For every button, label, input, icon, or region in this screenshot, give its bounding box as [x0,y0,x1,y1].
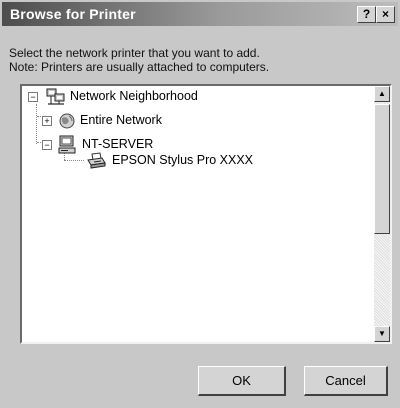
instruction-text: Select the network printer that you want… [9,46,260,60]
printer-icon [87,152,106,169]
tree-item-label: Entire Network [80,113,162,127]
tree-item-label: Network Neighborhood [70,89,198,103]
triangle-down-icon: ▼ [378,329,386,338]
scroll-up-button[interactable]: ▲ [374,86,390,102]
expand-icon[interactable]: + [42,116,52,126]
computer-icon [58,135,76,154]
vertical-scrollbar[interactable]: ▲ ▼ [374,86,390,342]
collapse-icon[interactable]: − [42,140,52,150]
help-button[interactable]: ? [357,6,376,23]
close-button[interactable]: × [376,6,395,23]
title-bar: Browse for Printer ? × [2,2,398,26]
triangle-up-icon: ▲ [378,89,386,98]
dialog-title: Browse for Printer [10,6,136,22]
ok-button[interactable]: OK [198,366,286,396]
globe-icon [59,113,75,129]
close-icon: × [381,7,389,21]
printer-tree-view[interactable]: − Network Neighborhood + Entire Network [20,84,392,344]
help-icon: ? [362,7,371,21]
browse-for-printer-dialog: Browse for Printer ? × Select the networ… [0,0,400,408]
cancel-button[interactable]: Cancel [304,366,388,396]
note-text: Note: Printers are usually attached to c… [9,60,270,74]
tree-item-label: EPSON Stylus Pro XXXX [112,153,254,167]
tree-item-label: NT-SERVER [82,137,154,151]
scroll-thumb[interactable] [374,104,390,234]
collapse-icon[interactable]: − [28,92,38,102]
tree-connector [36,104,37,144]
tree-connector [64,160,84,161]
scroll-down-button[interactable]: ▼ [374,326,390,342]
network-neighborhood-icon [46,88,65,105]
